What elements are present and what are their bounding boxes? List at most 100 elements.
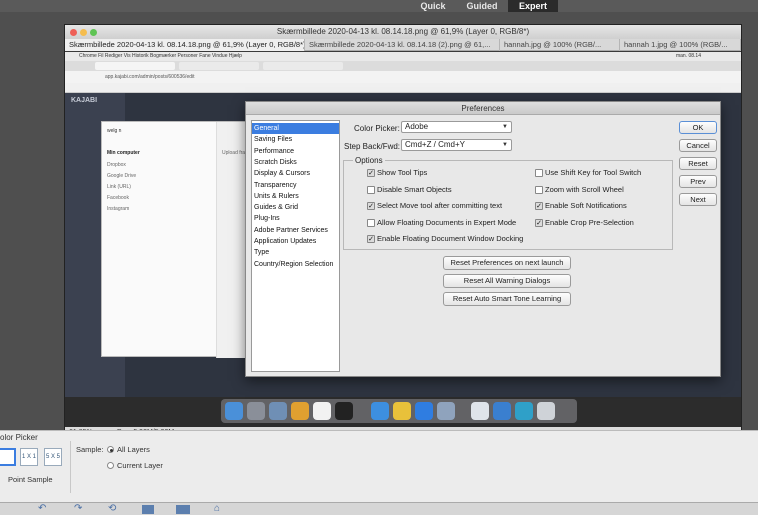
doc-tab-4[interactable]: hannah 1.jpg @ 100% (RGB/... bbox=[620, 39, 741, 51]
doc-tab-label: hannah.jpg @ 100% (RGB/... bbox=[504, 40, 602, 49]
category-country-region[interactable]: Country/Region Selection bbox=[252, 259, 339, 270]
screenshot-dialog-search: welg n bbox=[107, 128, 122, 134]
screenshot-clock: man. 08.14 bbox=[675, 53, 701, 59]
screenshot-tab bbox=[95, 62, 175, 70]
screenshot-url: app.kajabi.com/admin/posts/600536/edit bbox=[105, 74, 195, 80]
doc-tab-1[interactable]: Skærmbillede 2020-04-13 kl. 08.14.18.png… bbox=[65, 39, 305, 51]
screenshot-tab bbox=[263, 62, 343, 70]
category-display-cursors[interactable]: Display & Cursors bbox=[252, 168, 339, 179]
reset-preferences-button[interactable]: Reset Preferences on next launch bbox=[443, 256, 571, 270]
doc-tab-label: Skærmbillede 2020-04-13 kl. 08.14.18 (2)… bbox=[309, 40, 491, 49]
category-guides-grid[interactable]: Guides & Grid bbox=[252, 202, 339, 213]
step-back-value: Cmd+Z / Cmd+Y bbox=[405, 140, 466, 149]
layout-icon[interactable] bbox=[142, 505, 154, 514]
preferences-dialog: Preferences General Saving Files Perform… bbox=[245, 101, 721, 377]
teamviewer-icon bbox=[371, 402, 389, 420]
mode-quick[interactable]: Quick bbox=[410, 0, 456, 12]
category-application-updates[interactable]: Application Updates bbox=[252, 236, 339, 247]
mode-expert[interactable]: Expert bbox=[508, 0, 558, 12]
preview-icon bbox=[437, 402, 455, 420]
redo-icon[interactable]: ↷ bbox=[74, 503, 82, 515]
file-icon bbox=[471, 402, 489, 420]
category-units-rulers[interactable]: Units & Rulers bbox=[252, 191, 339, 202]
doc-tab-label: hannah 1.jpg @ 100% (RGB/... bbox=[624, 40, 728, 49]
step-back-select[interactable]: Cmd+Z / Cmd+Y ▼ bbox=[401, 139, 512, 151]
option-right-checkbox-label: Zoom with Scroll Wheel bbox=[545, 184, 624, 194]
color-picker-value: Adobe bbox=[405, 122, 429, 131]
reset-button[interactable]: Reset bbox=[679, 157, 717, 170]
undo-icon[interactable]: ↶ bbox=[38, 503, 46, 515]
category-performance[interactable]: Performance bbox=[252, 146, 339, 157]
tool-options-panel: olor Picker 1 X 1 5 X 5 Point Sample Sam… bbox=[0, 430, 758, 502]
divider bbox=[70, 441, 71, 493]
screenshot-logo: KAJABI bbox=[71, 97, 98, 104]
terminal-icon bbox=[335, 402, 353, 420]
screenshot-dialog-item: Dropbox bbox=[107, 162, 126, 168]
option-right-checkbox-label: Enable Soft Notifications bbox=[545, 201, 627, 211]
all-layers-radio[interactable] bbox=[107, 446, 114, 453]
doc-tab-3[interactable]: hannah.jpg @ 100% (RGB/... bbox=[500, 39, 620, 51]
cancel-button[interactable]: Cancel bbox=[679, 139, 717, 152]
category-type[interactable]: Type bbox=[252, 247, 339, 258]
color-picker-label: Color Picker: bbox=[354, 124, 400, 133]
option-left-checkbox-1[interactable]: ✓ bbox=[367, 169, 375, 177]
next-button[interactable]: Next bbox=[679, 193, 717, 206]
option-left-checkbox-5[interactable]: ✓ bbox=[367, 235, 375, 244]
safari-icon bbox=[415, 402, 433, 420]
option-right-checkbox-1[interactable] bbox=[535, 169, 543, 177]
screenshot-upload-dialog: welg n Min computer Dropbox Google Drive… bbox=[101, 121, 284, 358]
sample-1x1-button[interactable]: 1 X 1 bbox=[20, 448, 38, 466]
category-general[interactable]: General bbox=[252, 123, 339, 135]
option-left-checkbox-4[interactable] bbox=[367, 218, 375, 227]
organizer-icon[interactable] bbox=[176, 505, 190, 514]
category-scratch-disks[interactable]: Scratch Disks bbox=[252, 157, 339, 168]
category-adobe-partner-services[interactable]: Adobe Partner Services bbox=[252, 225, 339, 236]
option-left-checkbox-label: Disable Smart Objects bbox=[377, 184, 452, 194]
close-window-icon[interactable] bbox=[70, 29, 77, 36]
chevron-down-icon: ▼ bbox=[502, 142, 508, 148]
minimize-window-icon[interactable] bbox=[80, 29, 87, 36]
sample-5x5-button[interactable]: 5 X 5 bbox=[44, 448, 62, 466]
zoom-window-icon[interactable] bbox=[90, 29, 97, 36]
option-left-checkbox-label: Allow Floating Documents in Expert Mode bbox=[377, 217, 517, 227]
screenshot-dialog-item: Link (URL) bbox=[107, 184, 131, 190]
document-tabs: Skærmbillede 2020-04-13 kl. 08.14.18.png… bbox=[65, 39, 741, 51]
screenshot-browser-tabs bbox=[65, 61, 741, 71]
calendar-icon bbox=[313, 402, 331, 420]
pse-icon bbox=[493, 402, 511, 420]
mode-guided[interactable]: Guided bbox=[458, 0, 506, 12]
preferences-category-list: General Saving Files Performance Scratch… bbox=[251, 120, 340, 372]
screenshot-dialog-item: Facebook bbox=[107, 195, 129, 201]
screenshot-menubar-text: Chrome Fil Rediger Vis Historik Bogmærke… bbox=[79, 53, 242, 59]
screenshot-tab bbox=[179, 62, 259, 70]
point-sample-button[interactable] bbox=[0, 448, 16, 466]
screenshot-dialog-item: Instagram bbox=[107, 206, 130, 212]
document-titlebar: Skærmbillede 2020-04-13 kl. 08.14.18.png… bbox=[65, 25, 741, 39]
home-icon[interactable]: ⌂ bbox=[214, 503, 220, 515]
current-layer-radio[interactable] bbox=[107, 462, 114, 469]
doc-tab-2[interactable]: Skærmbillede 2020-04-13 kl. 08.14.18 (2)… bbox=[305, 39, 500, 51]
options-title: Options bbox=[353, 156, 385, 165]
option-left-checkbox-3[interactable]: ✓ bbox=[367, 202, 375, 211]
option-left-checkbox-2[interactable] bbox=[367, 185, 375, 194]
doc-tab-label: Skærmbillede 2020-04-13 kl. 08.14.18.png… bbox=[69, 40, 305, 49]
ok-button[interactable]: OK bbox=[679, 121, 717, 134]
category-saving-files[interactable]: Saving Files bbox=[252, 134, 339, 145]
option-right-checkbox-3[interactable]: ✓ bbox=[535, 202, 543, 211]
option-right-checkbox-2[interactable] bbox=[535, 185, 543, 194]
category-plug-ins[interactable]: Plug-Ins bbox=[252, 213, 339, 224]
pse-icon-2 bbox=[515, 402, 533, 420]
category-transparency[interactable]: Transparency bbox=[252, 180, 339, 191]
prev-button[interactable]: Prev bbox=[679, 175, 717, 188]
sample-label: Sample: bbox=[76, 445, 104, 454]
all-layers-label: All Layers bbox=[117, 445, 150, 454]
reset-smart-tone-button[interactable]: Reset Auto Smart Tone Learning bbox=[443, 292, 571, 306]
mode-bar: Quick Guided Expert bbox=[0, 0, 758, 12]
point-sample-label: Point Sample bbox=[8, 475, 53, 484]
trash-icon bbox=[537, 402, 555, 420]
option-right-checkbox-4[interactable]: ✓ bbox=[535, 218, 543, 227]
color-picker-select[interactable]: Adobe ▼ bbox=[401, 121, 512, 133]
rotate-icon[interactable]: ⟲ bbox=[108, 503, 116, 515]
screenshot-url-bar: app.kajabi.com/admin/posts/600536/edit bbox=[65, 71, 741, 83]
reset-warning-dialogs-button[interactable]: Reset All Warning Dialogs bbox=[443, 274, 571, 288]
